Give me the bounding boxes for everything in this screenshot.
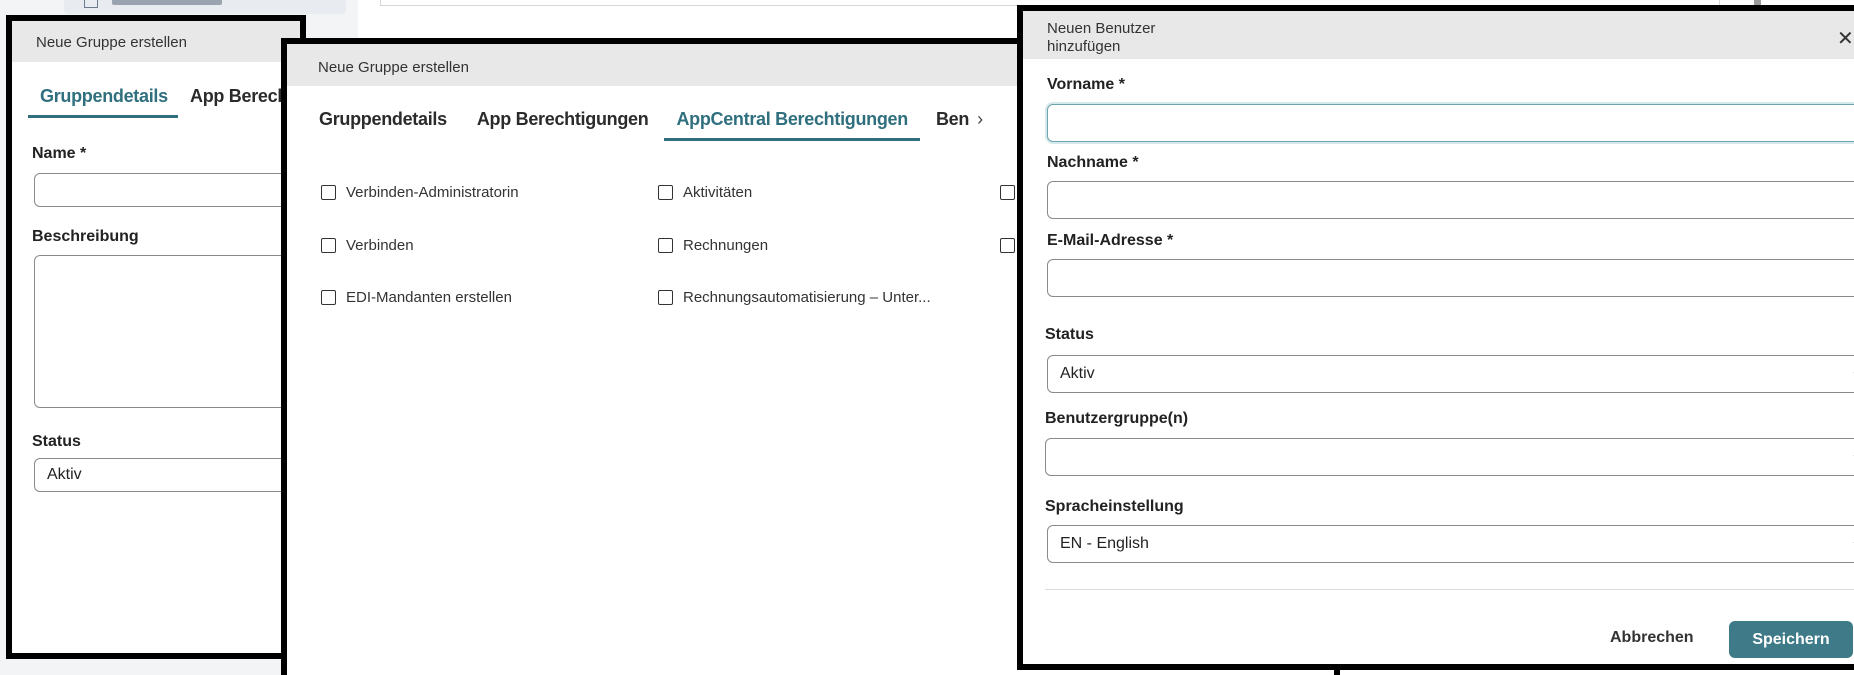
save-button[interactable]: Speichern — [1729, 621, 1853, 658]
add-user-dialog: Neuen Benutzer hinzufügen ✕ Vorname * Na… — [1017, 5, 1854, 670]
email-label: E-Mail-Adresse * — [1047, 232, 1174, 249]
permission-row[interactable]: Rechnungsautomatisierung – Unter... — [658, 289, 931, 306]
permission-checkbox[interactable] — [321, 238, 336, 253]
permission-checkbox[interactable] — [1000, 238, 1015, 253]
language-select[interactable]: EN - English — [1047, 525, 1854, 563]
tab-bar: Gruppendetails App Berechtigungen AppCen… — [307, 105, 987, 141]
first-name-label: Vorname * — [1047, 76, 1125, 93]
cancel-button[interactable]: Abbrechen — [1610, 629, 1694, 647]
tab-group-details[interactable]: Gruppendetails — [307, 105, 459, 141]
last-name-label: Nachname * — [1047, 154, 1139, 171]
dialog-title-line1: Neuen Benutzer — [1047, 20, 1156, 37]
permission-row[interactable]: Verbinden — [321, 237, 414, 254]
permission-row[interactable]: Aktivitäten — [658, 184, 752, 201]
email-input[interactable] — [1047, 259, 1854, 297]
permission-label: Verbinden-Administratorin — [346, 184, 519, 201]
permission-checkbox[interactable] — [658, 185, 673, 200]
status-label: Status — [1045, 326, 1094, 343]
close-icon[interactable]: ✕ — [1837, 29, 1854, 49]
status-select[interactable]: Aktiv — [1047, 355, 1854, 393]
permission-checkbox[interactable] — [321, 185, 336, 200]
first-name-input[interactable] — [1047, 104, 1854, 142]
dialog-title: Neue Gruppe erstellen — [318, 59, 469, 76]
background-sidebar-label — [112, 0, 222, 5]
permission-checkbox[interactable] — [1000, 185, 1015, 200]
tab-bar: Gruppendetails App Berech — [28, 82, 300, 118]
permission-checkbox[interactable] — [321, 290, 336, 305]
permission-row[interactable]: EDI-Mandanten erstellen — [321, 289, 512, 306]
permission-label: EDI-Mandanten erstellen — [346, 289, 512, 306]
status-label: Status — [32, 433, 81, 450]
create-group-dialog-back: Neue Gruppe erstellen Gruppendetails App… — [6, 15, 334, 659]
permission-checkbox[interactable] — [658, 238, 673, 253]
language-select-value: EN - English — [1060, 535, 1149, 552]
dialog-title-line2: hinzufügen — [1047, 38, 1121, 55]
last-name-input[interactable] — [1047, 181, 1854, 219]
dialog-title: Neue Gruppe erstellen — [36, 34, 187, 51]
tab-group-details[interactable]: Gruppendetails — [28, 82, 178, 118]
tab-app-permissions[interactable]: App Berechtigungen — [465, 105, 661, 141]
tab-users-truncated[interactable]: Ben — [924, 105, 973, 141]
permission-row[interactable]: Verbinden-Administratorin — [321, 184, 519, 201]
status-select-value: Aktiv — [1060, 365, 1095, 382]
permission-label: Rechnungen — [683, 237, 769, 254]
permission-label: Verbinden — [346, 237, 414, 254]
permission-label: Aktivitäten — [683, 184, 753, 201]
permission-label: Rechnungsautomatisierung – Unter... — [683, 289, 931, 306]
language-label: Spracheinstellung — [1045, 498, 1184, 515]
chevron-right-icon[interactable]: › — [973, 105, 987, 141]
description-label: Beschreibung — [32, 228, 139, 245]
permission-row[interactable]: Rechnungen — [658, 237, 768, 254]
permission-checkbox[interactable] — [658, 290, 673, 305]
dialog-header: Neuen Benutzer hinzufügen ✕ — [1023, 11, 1854, 59]
user-groups-select[interactable] — [1045, 438, 1854, 476]
dialog-header: Neue Gruppe erstellen — [12, 21, 300, 62]
name-label: Name * — [32, 145, 87, 162]
footer-divider — [1045, 589, 1854, 590]
user-groups-label: Benutzergruppe(n) — [1045, 410, 1189, 427]
document-icon — [84, 0, 98, 8]
tab-appcentral-permissions[interactable]: AppCentral Berechtigungen — [664, 105, 920, 141]
